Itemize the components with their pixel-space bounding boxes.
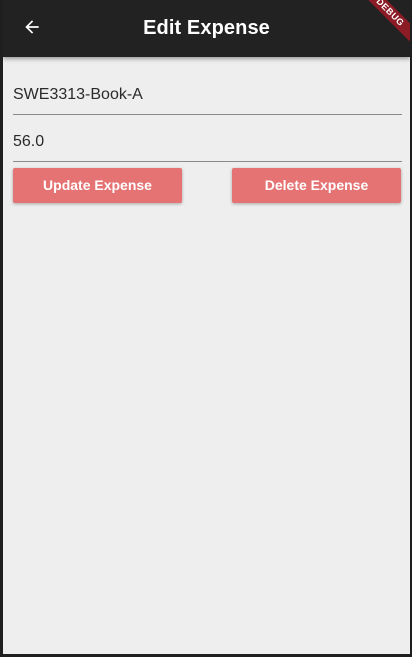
app-screen: Edit Expense DEBUG Update Expense Delete…: [0, 0, 412, 657]
page-title: Edit Expense: [143, 17, 270, 39]
update-expense-button[interactable]: Update Expense: [13, 168, 182, 203]
expense-name-field[interactable]: [13, 74, 402, 115]
delete-expense-button[interactable]: Delete Expense: [232, 168, 401, 203]
expense-amount-field[interactable]: [13, 121, 402, 162]
app-bar: Edit Expense DEBUG: [3, 0, 410, 57]
expense-name-input[interactable]: [13, 86, 402, 104]
expense-amount-input[interactable]: [13, 133, 402, 151]
